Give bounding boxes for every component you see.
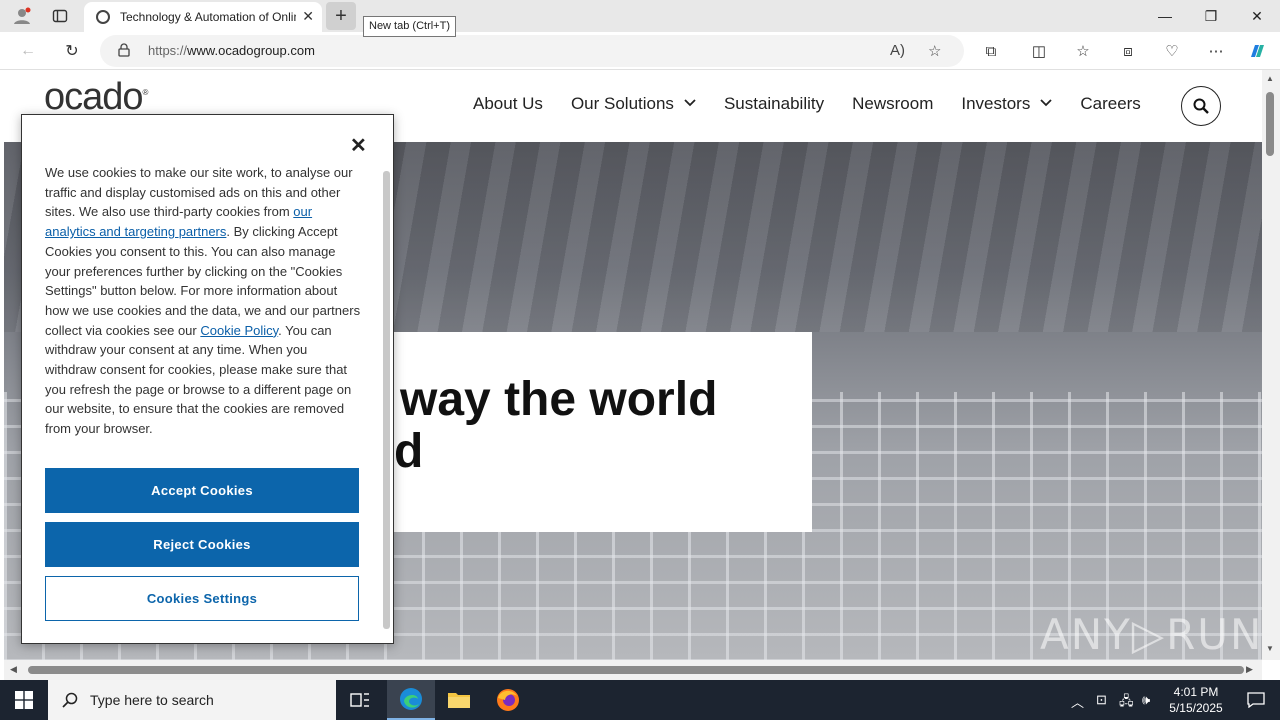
cookie-consent-dialog: ✕ We use cookies to make our site work, …: [21, 114, 394, 644]
scroll-left-icon[interactable]: ◀: [10, 664, 17, 675]
favorites-icon[interactable]: ☆: [1072, 40, 1094, 62]
cookie-description: We use cookies to make our site work, to…: [45, 163, 361, 439]
accept-cookies-button[interactable]: Accept Cookies: [45, 468, 359, 513]
nav-sustainability-label: Sustainability: [723, 94, 825, 113]
tray-overflow-icon[interactable]: ︿: [1071, 692, 1084, 711]
close-tab-icon[interactable]: ✕: [302, 8, 314, 25]
horizontal-scroll-thumb[interactable]: [28, 666, 1244, 674]
nav-our-solutions[interactable]: Our Solutions: [571, 94, 696, 114]
notifications-icon[interactable]: [1232, 680, 1280, 720]
task-view-icon[interactable]: [336, 680, 384, 720]
collections-icon[interactable]: ⧈: [1117, 40, 1139, 62]
tab-actions-icon[interactable]: [48, 4, 72, 28]
nav-newsroom-label: Newsroom: [852, 94, 934, 113]
windows-taskbar: Type here to search ︿ ⊡ 🖧 🕪 4:01 PM 5/15…: [0, 680, 1280, 720]
hero-text-card: way the world d: [394, 332, 812, 532]
search-icon: [1193, 98, 1209, 114]
taskbar-search-box[interactable]: Type here to search: [48, 680, 336, 720]
hero-title-line2: d: [394, 425, 424, 478]
nav-careers[interactable]: Careers: [1080, 94, 1140, 114]
read-aloud-icon[interactable]: A): [890, 42, 905, 59]
clock-date: 5/15/2025: [1169, 701, 1223, 715]
nav-investors[interactable]: Investors: [961, 94, 1052, 114]
lock-icon[interactable]: [118, 43, 130, 60]
address-bar[interactable]: https://www.ocadogroup.com A) ☆: [100, 35, 964, 67]
cookies-settings-button[interactable]: Cookies Settings: [45, 576, 359, 621]
clock-time: 4:01 PM: [1173, 685, 1219, 699]
browser-toolbar: ← ↻ https://www.ocadogroup.com A) ☆ ⧉ ◫ …: [0, 32, 1280, 70]
nav-solutions-label: Our Solutions: [570, 94, 674, 113]
file-explorer-icon[interactable]: [435, 680, 483, 720]
more-options-icon[interactable]: ⋯: [1205, 40, 1227, 62]
site-search-button[interactable]: [1181, 86, 1221, 126]
search-icon: [62, 692, 78, 708]
anyrun-watermark: ANY▷RUN: [1040, 610, 1262, 659]
network-icon[interactable]: 🖧: [1119, 692, 1134, 714]
taskbar-search-placeholder: Type here to search: [90, 692, 214, 708]
volume-icon[interactable]: 🕪: [1142, 692, 1150, 708]
url-text: https://www.ocadogroup.com: [148, 43, 315, 58]
cookie-policy-link[interactable]: Cookie Policy: [200, 323, 278, 338]
chevron-down-icon: [684, 98, 696, 110]
copilot-icon[interactable]: [1246, 40, 1268, 62]
nav-newsroom[interactable]: Newsroom: [852, 94, 933, 114]
hero-title-line1: way the world: [400, 374, 718, 426]
nav-about-label: About Us: [473, 94, 543, 113]
close-window-icon[interactable]: ✕: [1234, 0, 1280, 32]
cookie-text-part2: . By clicking Accept Cookies you consent…: [45, 224, 361, 338]
cookie-dialog-scrollbar[interactable]: [383, 171, 390, 629]
nav-investors-label: Investors: [961, 94, 1031, 113]
restore-icon[interactable]: ❐: [1188, 0, 1234, 32]
favorite-star-icon[interactable]: ☆: [928, 42, 941, 60]
firefox-icon[interactable]: [484, 680, 532, 720]
vertical-scroll-thumb[interactable]: [1266, 92, 1274, 156]
browser-titlebar: Technology & Automation of Online Grocer…: [0, 0, 1280, 37]
back-icon[interactable]: ←: [16, 39, 40, 63]
reject-cookies-button[interactable]: Reject Cookies: [45, 522, 359, 567]
hero-title: way the world d: [394, 374, 812, 478]
url-domain: www.ocadogroup.com: [187, 43, 315, 58]
refresh-icon[interactable]: ↻: [60, 39, 84, 63]
nav-sustainability[interactable]: Sustainability: [724, 94, 824, 114]
start-button[interactable]: [0, 680, 48, 720]
scroll-up-icon[interactable]: ▲: [1266, 74, 1274, 83]
main-navigation: About Us Our Solutions Sustainability Ne…: [473, 94, 1169, 114]
tab-active[interactable]: Technology & Automation of Online Grocer…: [84, 2, 322, 32]
nav-about-us[interactable]: About Us: [473, 94, 543, 114]
horizontal-scrollbar[interactable]: ◀ ▶: [4, 660, 1262, 680]
tab-title: Technology & Automation of Online Grocer…: [120, 10, 296, 24]
extensions-icon[interactable]: ⧉: [980, 40, 1002, 62]
ocado-logo[interactable]: ocado®: [44, 76, 148, 119]
network-device-icon[interactable]: ⊡: [1096, 692, 1107, 708]
logo-text: ocado: [44, 76, 144, 118]
split-screen-icon[interactable]: ◫: [1028, 40, 1050, 62]
new-tab-tooltip: New tab (Ctrl+T): [363, 16, 456, 37]
performance-icon[interactable]: ♡: [1161, 40, 1183, 62]
scroll-right-icon[interactable]: ▶: [1246, 664, 1253, 675]
windows-logo-icon: [15, 691, 33, 709]
cookie-text-part3: . You can withdraw your consent at any t…: [45, 322, 352, 437]
taskbar-clock[interactable]: 4:01 PM 5/15/2025: [1160, 684, 1232, 716]
minimize-icon[interactable]: —: [1142, 0, 1188, 32]
close-icon[interactable]: ✕: [350, 133, 367, 158]
vertical-scrollbar[interactable]: ▲ ▼: [1262, 70, 1280, 660]
nav-careers-label: Careers: [1080, 94, 1141, 113]
globe-icon: [96, 10, 110, 24]
edge-taskbar-icon[interactable]: [387, 680, 435, 720]
new-tab-button[interactable]: +: [326, 2, 356, 30]
url-prefix: https://: [148, 43, 188, 58]
scroll-down-icon[interactable]: ▼: [1266, 644, 1274, 653]
profile-icon[interactable]: [10, 4, 34, 28]
chevron-down-icon: [1040, 98, 1052, 110]
